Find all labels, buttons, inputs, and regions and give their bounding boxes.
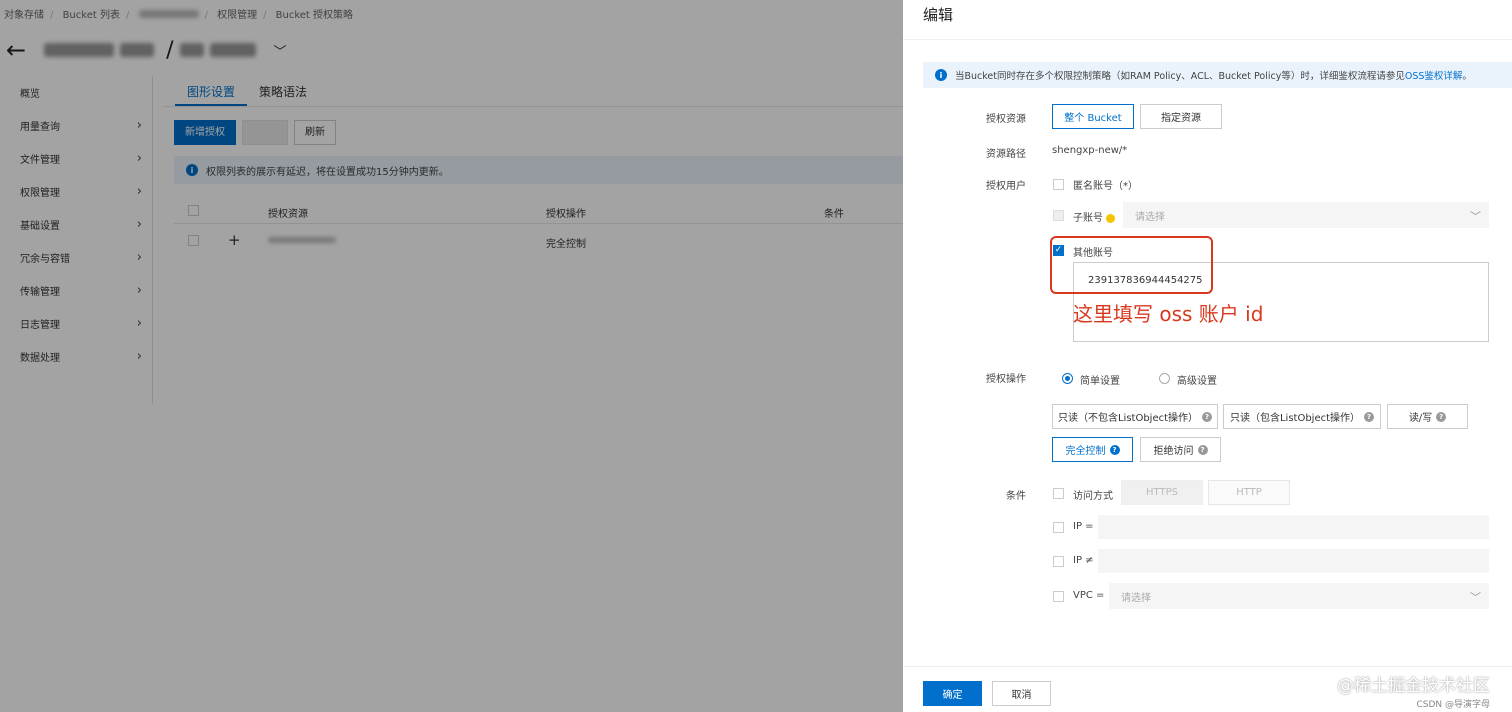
policy-notice: i 当Bucket同时存在多个权限控制策略（如RAM Policy、ACL、Bu…: [923, 62, 1512, 88]
sub-account-checkbox[interactable]: [1053, 210, 1064, 221]
whole-bucket-button[interactable]: 整个 Bucket: [1052, 104, 1134, 129]
policy-notice-text: 当Bucket同时存在多个权限控制策略（如RAM Policy、ACL、Buck…: [955, 71, 1405, 82]
warning-icon: [1106, 213, 1115, 223]
chevron-down-icon: ﹀: [1470, 210, 1481, 223]
https-button[interactable]: HTTPS: [1121, 480, 1203, 505]
ip-equals-input[interactable]: [1098, 515, 1489, 539]
watermark-sub: CSDN @导演字母: [1416, 700, 1490, 710]
read-write-button[interactable]: 读/写?: [1387, 404, 1468, 429]
footer-divider: [903, 666, 1512, 667]
vpc-checkbox[interactable]: [1053, 591, 1064, 602]
vpc-label: VPC =: [1073, 590, 1105, 601]
chevron-down-icon: ﹀: [1470, 591, 1481, 604]
read-only-no-list-button[interactable]: 只读（不包含ListObject操作）?: [1052, 404, 1218, 429]
ip-equals-checkbox[interactable]: [1053, 522, 1064, 533]
resource-path-label: 资源路径: [986, 149, 1026, 160]
modal-overlay[interactable]: [0, 0, 903, 712]
info-icon: i: [935, 69, 947, 81]
drawer-divider: [903, 39, 1512, 40]
anonymous-label: 匿名账号（*）: [1073, 181, 1138, 192]
http-button[interactable]: HTTP: [1208, 480, 1290, 505]
policy-notice-suffix: 。: [1462, 71, 1472, 82]
advanced-settings-label: 高级设置: [1177, 376, 1217, 387]
sub-account-label: 子账号: [1073, 209, 1115, 224]
resource-path-value: shengxp-new/*: [1052, 145, 1128, 156]
ip-equals-label: IP =: [1073, 521, 1094, 532]
confirm-button[interactable]: 确定: [923, 681, 982, 706]
drawer-title: 编辑: [923, 6, 954, 24]
access-method-checkbox[interactable]: [1053, 488, 1064, 499]
edit-drawer: 编辑 i 当Bucket同时存在多个权限控制策略（如RAM Policy、ACL…: [903, 0, 1512, 712]
ip-not-equals-input[interactable]: [1098, 549, 1489, 573]
help-icon[interactable]: ?: [1202, 411, 1213, 422]
ip-not-equals-label: IP ≠: [1073, 555, 1094, 566]
simple-settings-radio[interactable]: [1062, 373, 1073, 384]
select-placeholder: 请选择: [1121, 592, 1151, 604]
watermark: @稀土掘金技术社区: [1337, 676, 1490, 696]
annotation-text: 这里填写 oss 账户 id: [1073, 302, 1264, 326]
conditions-label: 条件: [1006, 491, 1026, 502]
vpc-select[interactable]: 请选择 ﹀: [1109, 583, 1489, 609]
operation-label: 授权操作: [986, 374, 1026, 385]
deny-access-button[interactable]: 拒绝访问?: [1140, 437, 1221, 462]
help-icon[interactable]: ?: [1436, 411, 1447, 422]
specific-resource-button[interactable]: 指定资源: [1140, 104, 1222, 129]
simple-settings-label: 简单设置: [1080, 376, 1120, 387]
resource-label: 授权资源: [986, 114, 1026, 125]
ip-not-equals-checkbox[interactable]: [1053, 556, 1064, 567]
anonymous-checkbox[interactable]: [1053, 179, 1064, 190]
cancel-button[interactable]: 取消: [992, 681, 1051, 706]
help-icon[interactable]: ?: [1364, 411, 1375, 422]
oss-auth-detail-link[interactable]: OSS鉴权详解: [1405, 68, 1463, 82]
annotation-highlight: [1050, 236, 1213, 294]
read-only-with-list-button[interactable]: 只读（包含ListObject操作）?: [1223, 404, 1381, 429]
advanced-settings-radio[interactable]: [1159, 373, 1170, 384]
select-placeholder: 请选择: [1135, 211, 1165, 223]
help-icon[interactable]: ?: [1197, 444, 1208, 455]
user-label: 授权用户: [986, 181, 1026, 192]
access-method-label: 访问方式: [1073, 491, 1113, 502]
full-control-button[interactable]: 完全控制?: [1052, 437, 1133, 462]
help-icon[interactable]: ?: [1109, 444, 1120, 455]
sub-account-select[interactable]: 请选择 ﹀: [1123, 202, 1489, 228]
